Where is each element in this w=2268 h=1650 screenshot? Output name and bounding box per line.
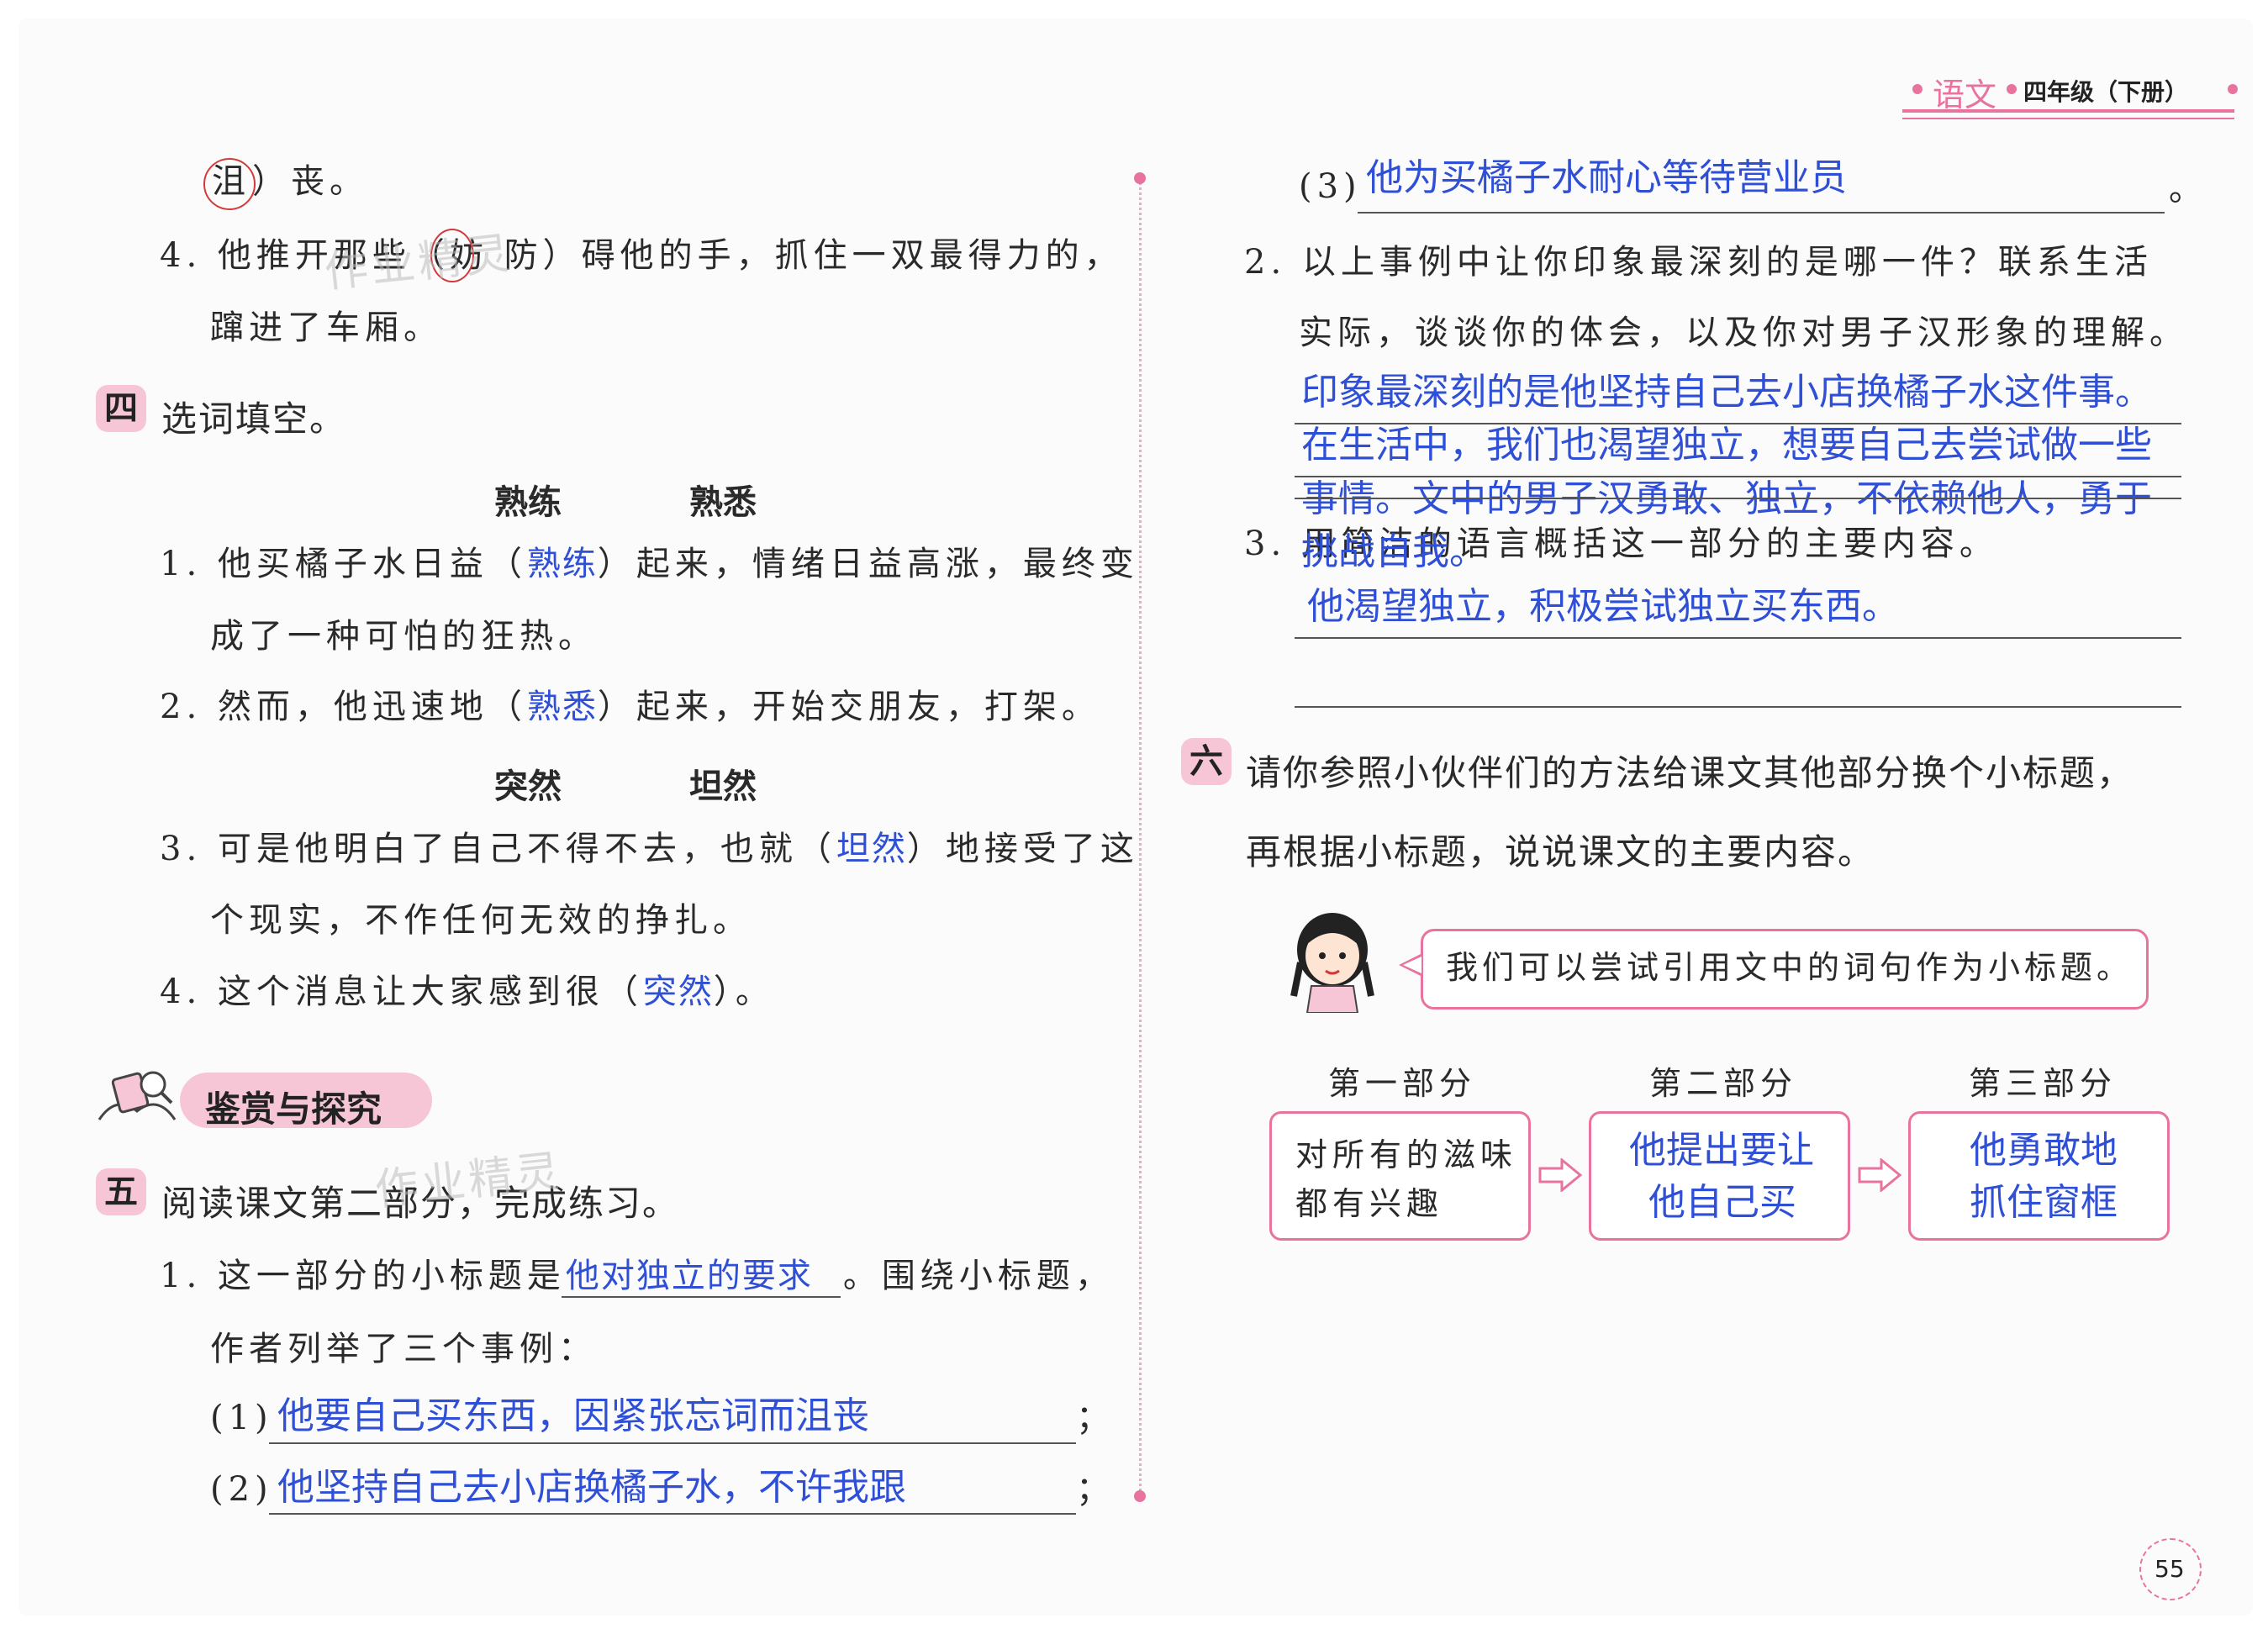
question-5-1-cont: 作者列举了三个事例：	[210, 1330, 597, 1368]
part-box: 他提出要让 他自己买	[1589, 1111, 1850, 1241]
answer: 坦然	[836, 830, 907, 868]
section-6-line2: 再根据小标题，说说课文的主要内容。	[1246, 831, 1875, 872]
example-end: ；	[1076, 1470, 1115, 1509]
answer: 熟练	[526, 545, 598, 583]
handwritten-answer-line: 挑战自我。	[1301, 530, 1486, 573]
word-option: 熟悉	[689, 483, 757, 522]
section-6-badge: 六	[1181, 738, 1232, 785]
header-grade: 四年级（下册）	[2023, 78, 2189, 106]
example-number: (2)	[210, 1470, 273, 1509]
divider-dot-icon	[1134, 1490, 1146, 1502]
part-label: 第二部分	[1649, 1065, 1798, 1102]
handwritten-answer-line: 印象最深刻的是他坚持自己去小店换橘子水这件事。	[1301, 371, 2152, 414]
fill-sentence-3: 3. 可是他明白了自己不得不去，也就（坦然）地接受了这	[160, 830, 1139, 868]
answer: 突然	[642, 973, 714, 1011]
arrow-right-icon	[1856, 1157, 1902, 1195]
example-answer: 他坚持自己去小店换橘子水，不许我跟	[277, 1466, 906, 1509]
answer-line	[269, 1442, 1076, 1444]
answer-line	[1295, 706, 2181, 708]
example-end: ；	[1076, 1399, 1115, 1437]
handwritten-answer-line: 事情。文中的男子汉勇敢、独立，不依赖他人，勇于	[1301, 477, 2152, 520]
part-title: 他提出要让	[1629, 1129, 1814, 1172]
speech-bubble-tail-inner	[1403, 957, 1421, 973]
header: 语文 四年级（下册）	[1896, 67, 2249, 126]
banner-icon	[91, 1061, 183, 1136]
example-end: 。	[2169, 170, 2207, 208]
header-dot-icon	[2007, 84, 2017, 94]
example-answer: 他要自己买东西，因紧张忘词而沮丧	[277, 1394, 869, 1437]
answer-line	[269, 1513, 1076, 1515]
answer-line	[1295, 498, 2181, 499]
part-title: 他自己买	[1648, 1181, 1796, 1224]
fill-sentence-4: 4. 这个消息让大家感到很（突然）。	[160, 973, 774, 1011]
section-banner-title: 鉴赏与探究	[205, 1089, 382, 1130]
arrow-right-icon	[1537, 1157, 1583, 1195]
section-4-title: 选词填空。	[161, 398, 347, 440]
part-title: 都有兴趣	[1295, 1185, 1444, 1222]
section-6-line1: 请你参照小伙伴们的方法给课文其他部分换个小标题，	[1246, 752, 2134, 793]
word-option: 坦然	[689, 767, 757, 806]
girl-icon	[1290, 913, 1374, 1014]
part-label: 第三部分	[1969, 1065, 2118, 1102]
handwritten-answer-line: 在生活中，我们也渴望独立，想要自己去尝试做一些	[1301, 424, 2152, 467]
header-dot-icon	[1912, 84, 1923, 94]
header-subject: 语文	[1933, 76, 1997, 113]
word-option: 突然	[494, 767, 562, 806]
speech-text: 我们可以尝试引用文中的词句作为小标题。	[1446, 949, 2134, 986]
part-title: 他勇敢地	[1970, 1129, 2118, 1172]
answer: 他对独立的要求	[565, 1257, 813, 1295]
column-divider	[1139, 177, 1142, 1496]
example-number: (3)	[1299, 167, 1362, 206]
q4-continuation: 蹿进了车厢。	[210, 308, 442, 347]
question-5-1: 1. 这一部分的小标题是他对独立的要求 。围绕小标题，	[160, 1257, 1114, 1295]
fill-sentence-1-cont: 成了一种可怕的狂热。	[210, 617, 597, 656]
question-5-2: 2. 以上事例中让你印象最深刻的是哪一件？联系生活	[1244, 243, 2153, 282]
page-number: 55	[2155, 1555, 2185, 1583]
fill-sentence-2: 2. 然而，他迅速地（熟悉）起来，开始交朋友，打架。	[160, 688, 1100, 726]
header-underline-thin	[1902, 118, 2234, 119]
example-answer: 他为买橘子水耐心等待营业员	[1366, 156, 1847, 199]
part-title: 对所有的滋味	[1295, 1136, 1518, 1173]
part-box: 他勇敢地 抓住窗框	[1908, 1111, 2170, 1241]
fill-sentence-1: 1. 他买橘子水日益（熟练）起来，情绪日益高涨，最终变	[160, 545, 1139, 583]
answer: 熟悉	[526, 688, 598, 726]
section-4-badge: 四	[96, 385, 146, 432]
q4-text: 4. 他推开那些（妨 防）碍他的手，抓住一双最得力的，	[160, 236, 1123, 275]
answer-line	[1295, 637, 2181, 639]
question-5-2-cont: 实际，谈谈你的体会，以及你对男子汉形象的理解。	[1299, 314, 2188, 352]
section-5-badge: 五	[96, 1168, 146, 1215]
part-title: 抓住窗框	[1970, 1181, 2118, 1224]
girl-avatar	[1282, 904, 1383, 1014]
example-number: (1)	[210, 1399, 273, 1437]
book-magnifier-icon	[98, 1071, 177, 1120]
answer-line	[1358, 212, 2165, 213]
header-dot-icon	[2228, 84, 2238, 94]
divider-dot-icon	[1134, 172, 1146, 184]
line-ju-rest: ）丧。	[252, 162, 368, 201]
circled-char-text: 沮	[212, 162, 251, 201]
part-label: 第一部分	[1328, 1065, 1477, 1102]
handwritten-answer-line: 他渴望独立，积极尝试独立买东西。	[1307, 585, 1899, 628]
header-underline	[1902, 109, 2234, 113]
answer-line	[562, 1296, 841, 1298]
word-option: 熟练	[494, 483, 562, 522]
fill-sentence-3-cont: 个现实，不作任何无效的挣扎。	[210, 901, 752, 940]
part-box: 对所有的滋味 都有兴趣	[1269, 1111, 1531, 1241]
